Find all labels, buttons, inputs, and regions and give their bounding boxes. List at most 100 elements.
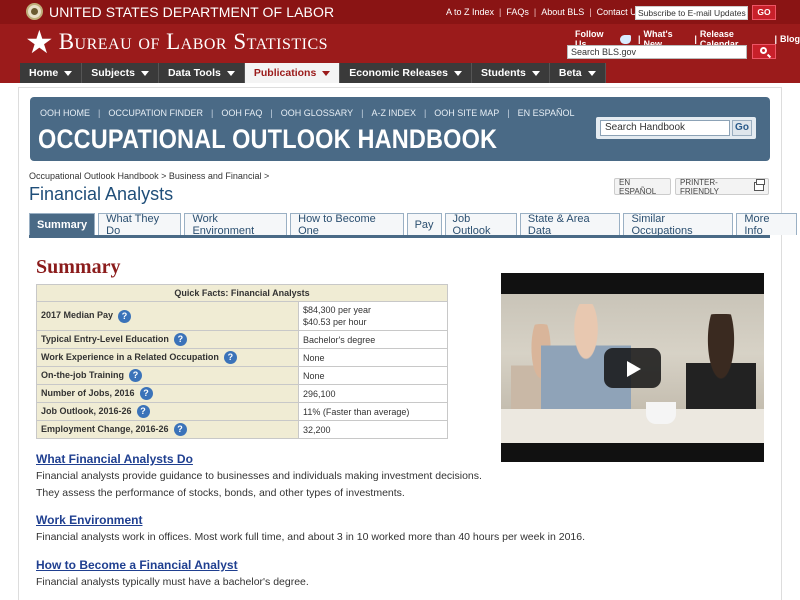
search-icon (760, 47, 767, 54)
page-title: Financial Analysts (29, 184, 174, 204)
help-icon[interactable]: ? (173, 423, 187, 436)
tab-how-to-become-one[interactable]: How to Become One (290, 213, 404, 237)
caret-down-icon (226, 70, 235, 76)
tab-what-they-do[interactable]: What They Do (98, 213, 182, 237)
fact-value: None (298, 348, 448, 367)
fact-value: Bachelor's degree (298, 330, 448, 349)
tab-state-area-data[interactable]: State & Area Data (519, 213, 621, 237)
occupation-tabs: Summary What They Do Work Environment Ho… (29, 213, 800, 237)
fact-label: Work Experience in a Related Occupation (41, 351, 219, 362)
bls-name: Bureau of Labor Statistics (58, 29, 329, 54)
tab-more-info[interactable]: More Info (736, 213, 797, 237)
table-row: Job Outlook, 2016-26? 11% (Faster than a… (36, 402, 448, 421)
ooh-links: OOH HOME | OCCUPATION FINDER | OOH FAQ | OO… (40, 108, 575, 118)
blog-link[interactable]: Blog (780, 34, 800, 44)
nav-home[interactable]: Home (20, 63, 83, 83)
top-banner: United States Department of Labor A to Z… (0, 0, 800, 83)
section-what-they-do-text: Financial analysts provide guidance to b… (36, 470, 482, 499)
table-row: Number of Jobs, 2016? 296,100 (36, 384, 448, 403)
fact-value: None (298, 366, 448, 385)
play-icon[interactable] (604, 348, 661, 388)
en-espanol-button[interactable]: EN ESPAÑOL (614, 178, 671, 196)
summary-heading: Summary (36, 256, 121, 278)
table-row: 2017 Median Pay? $84,300 per year $40.53 … (36, 301, 448, 331)
breadcrumb: Occupational Outlook Handbook > Business… (29, 171, 270, 181)
fact-value: 11% (Faster than average) (298, 402, 448, 421)
caret-down-icon (453, 70, 462, 76)
fact-label: Employment Change, 2016-26 (41, 423, 169, 434)
fact-label: Job Outlook, 2016-26 (41, 405, 132, 416)
table-row: On-the-job Training? None (36, 366, 448, 385)
a-z-index-link[interactable]: A-Z INDEX (371, 108, 416, 118)
nav-publications[interactable]: Publications (244, 63, 341, 83)
help-icon[interactable]: ? (136, 405, 150, 418)
section-how-to-become-text: Financial analysts typically must have a… (36, 576, 309, 588)
en-espanol-link[interactable]: EN ESPAÑOL (518, 108, 575, 118)
caret-down-icon (64, 70, 73, 76)
nav-economic-releases[interactable]: Economic Releases (340, 63, 472, 83)
help-icon[interactable]: ? (223, 351, 237, 364)
tab-job-outlook[interactable]: Job Outlook (444, 213, 517, 237)
fact-value: $84,300 per year (303, 305, 372, 315)
twitter-bird-icon[interactable] (619, 34, 631, 44)
caret-down-icon (140, 70, 149, 76)
video-player[interactable] (501, 273, 764, 462)
tabs-underline (29, 235, 770, 238)
search-input[interactable]: Search BLS.gov (567, 45, 747, 59)
fact-label: On-the-job Training (41, 369, 124, 380)
fact-label: Typical Entry-Level Education (41, 333, 169, 344)
section-work-environment-link[interactable]: Work Environment (36, 513, 142, 527)
help-icon[interactable]: ? (129, 369, 142, 382)
section-work-environment-text: Financial analysts work in offices. Most… (36, 531, 586, 543)
ooh-title[interactable]: OCCUPATIONAL OUTLOOK HANDBOOK (38, 124, 497, 155)
breadcrumb-business[interactable]: Business and Financial (169, 171, 262, 181)
nav-beta[interactable]: Beta (549, 63, 606, 83)
help-icon[interactable]: ? (118, 309, 132, 323)
ooh-glossary-link[interactable]: OOH GLOSSARY (281, 108, 353, 118)
nav-subjects[interactable]: Subjects (82, 63, 159, 83)
breadcrumb-ooh[interactable]: Occupational Outlook Handbook (29, 171, 159, 181)
dol-link[interactable]: United States Department of Labor (26, 3, 334, 20)
caret-down-icon (531, 70, 540, 76)
handbook-go-button[interactable]: Go (732, 120, 752, 136)
email-subscribe-input[interactable]: Subscribe to E-mail Updates (635, 6, 748, 20)
section-what-they-do-link[interactable]: What Financial Analysts Do (36, 452, 193, 466)
quick-facts-table: Quick Facts: Financial Analysts 2017 Med… (36, 284, 448, 439)
fact-label: Number of Jobs, 2016 (41, 387, 135, 398)
printer-friendly-button[interactable]: PRINTER-FRIENDLY (675, 178, 769, 196)
a-to-z-link[interactable]: A to Z Index (446, 7, 494, 17)
tab-pay[interactable]: Pay (406, 213, 442, 235)
ooh-site-map-link[interactable]: OOH SITE MAP (434, 108, 499, 118)
printer-icon (753, 179, 766, 191)
nav-data-tools[interactable]: Data Tools (158, 63, 245, 83)
ooh-faq-link[interactable]: OOH FAQ (221, 108, 262, 118)
search-button[interactable] (752, 44, 776, 59)
fact-value: 32,200 (298, 420, 448, 439)
help-icon[interactable]: ? (139, 387, 153, 400)
quick-facts-title: Quick Facts: Financial Analysts (36, 284, 448, 302)
email-go-button[interactable]: GO (752, 5, 776, 20)
tab-similar-occupations[interactable]: Similar Occupations (623, 213, 734, 237)
faqs-link[interactable]: FAQs (506, 7, 529, 17)
tab-work-environment[interactable]: Work Environment (184, 213, 288, 237)
fact-value: 296,100 (298, 384, 448, 403)
section-how-to-become-link[interactable]: How to Become a Financial Analyst (36, 558, 238, 572)
table-row: Typical Entry-Level Education? Bachelor'… (36, 330, 448, 349)
dol-seal-icon (26, 3, 43, 20)
ooh-banner: OOH HOME | OCCUPATION FINDER | OOH FAQ | OO… (30, 97, 770, 161)
bls-star-icon: ★ (25, 24, 54, 60)
handbook-search-input[interactable]: Search Handbook (600, 120, 730, 136)
nav-students[interactable]: Students (471, 63, 550, 83)
table-row: Work Experience in a Related Occupation?… (36, 348, 448, 367)
help-icon[interactable]: ? (173, 333, 187, 346)
main-nav: Home Subjects Data Tools Publications Ec… (20, 63, 606, 83)
utility-links: A to Z Index | FAQs | About BLS | Contact U… (446, 7, 642, 17)
bls-logo[interactable]: ★ Bureau of Labor Statistics (25, 26, 328, 58)
occupation-finder-link[interactable]: OCCUPATION FINDER (108, 108, 203, 118)
caret-down-icon (322, 70, 331, 76)
ooh-home-link[interactable]: OOH HOME (40, 108, 90, 118)
caret-down-icon (587, 70, 596, 76)
tab-summary[interactable]: Summary (29, 213, 96, 235)
fact-label: 2017 Median Pay (41, 310, 114, 321)
about-bls-link[interactable]: About BLS (541, 7, 584, 17)
